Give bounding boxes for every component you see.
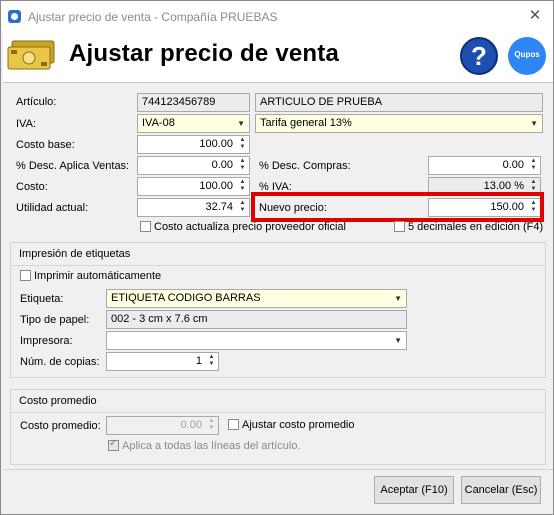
spin-buttons[interactable]: ▲ ▼ — [237, 200, 248, 215]
spin-down-icon: ▼ — [530, 165, 537, 171]
ajustar-costo-checkbox[interactable] — [228, 419, 239, 430]
chevron-down-icon: ▼ — [530, 119, 538, 128]
group-title: Costo promedio — [19, 395, 97, 407]
group-title: Impresión de etiquetas — [19, 248, 131, 260]
spin-up-icon: ▲ — [239, 158, 246, 164]
spin-up-icon: ▲ — [239, 179, 246, 185]
window-title: Ajustar precio de venta - Compañía PRUEB… — [28, 10, 278, 24]
desc-compras-label: % Desc. Compras: — [259, 160, 351, 172]
tarifa-select[interactable]: Tarifa general 13% ▼ — [255, 114, 543, 133]
ajustar-costo-label: Ajustar costo promedio — [242, 419, 355, 431]
spin-down-icon: ▼ — [208, 425, 215, 431]
copias-input[interactable]: 1 ▲ ▼ — [106, 352, 219, 371]
spin-buttons[interactable]: ▲ ▼ — [237, 158, 248, 173]
spin-buttons[interactable]: ▲ ▼ — [528, 158, 539, 173]
iva-label: IVA: — [16, 118, 36, 130]
articulo-label: Artículo: — [16, 96, 57, 108]
aplica-todas-label: Aplica a todas las líneas del artículo. — [122, 440, 301, 452]
spin-up-icon: ▲ — [239, 200, 246, 206]
spin-down-icon: ▼ — [239, 165, 246, 171]
desc-compras-input[interactable]: 0.00 ▲ ▼ — [428, 156, 541, 175]
spin-down-icon: ▼ — [239, 186, 246, 192]
help-icon[interactable]: ? — [460, 37, 498, 75]
accept-button[interactable]: Aceptar (F10) — [374, 476, 454, 504]
spin-buttons[interactable]: ▲ ▼ — [237, 179, 248, 194]
spin-down-icon: ▼ — [239, 207, 246, 213]
costo-actualiza-label: Costo actualiza precio proveedor oficial — [154, 221, 346, 233]
spin-up-icon: ▲ — [239, 137, 246, 143]
costo-promedio-input[interactable]: 0.00 ▲ ▼ — [106, 416, 219, 435]
chevron-down-icon: ▼ — [237, 119, 245, 128]
utilidad-label: Utilidad actual: — [16, 202, 89, 214]
spin-up-icon: ▲ — [208, 354, 215, 360]
impresora-select[interactable]: ▼ — [106, 331, 407, 350]
desc-ventas-label: % Desc. Aplica Ventas: — [16, 160, 130, 172]
iva-select[interactable]: IVA-08 ▼ — [137, 114, 250, 133]
costo-promedio-value: 0.00 — [180, 419, 202, 431]
qupos-logo: Qupos — [508, 37, 546, 75]
impresora-label: Impresora: — [20, 335, 73, 347]
help-symbol: ? — [471, 41, 487, 71]
spin-buttons[interactable]: ▲ ▼ — [237, 137, 248, 152]
divider — [11, 265, 545, 266]
spin-up-icon: ▲ — [530, 179, 537, 185]
spin-down-icon: ▼ — [208, 361, 215, 367]
tarifa-select-value: Tarifa general 13% — [260, 117, 352, 129]
costo-input[interactable]: 100.00 ▲ ▼ — [137, 177, 250, 196]
costo-value: 100.00 — [199, 180, 233, 192]
costo-base-label: Costo base: — [16, 139, 75, 151]
desc-ventas-input[interactable]: 0.00 ▲ ▼ — [137, 156, 250, 175]
chevron-down-icon: ▼ — [394, 336, 402, 345]
papel-label: Tipo de papel: — [20, 314, 90, 326]
dialog-window: Ajustar precio de venta - Compañía PRUEB… — [0, 0, 554, 515]
etiqueta-select-value: ETIQUETA CODIGO BARRAS — [111, 292, 261, 304]
imprimir-checkbox[interactable] — [20, 270, 31, 281]
cancel-button[interactable]: Cancelar (Esc) — [461, 476, 541, 504]
aplica-todas-checkbox[interactable] — [108, 438, 119, 451]
dialog-header: Ajustar precio de venta ? Qupos — [3, 31, 553, 83]
papel-field: 002 - 3 cm x 7.6 cm — [106, 310, 407, 329]
money-icon — [7, 40, 55, 70]
etiqueta-select[interactable]: ETIQUETA CODIGO BARRAS ▼ — [106, 289, 407, 308]
utilidad-value: 32.74 — [205, 201, 233, 213]
logo-text: Qupos — [514, 50, 540, 59]
spin-buttons[interactable]: ▲ ▼ — [206, 354, 217, 369]
costo-actualiza-checkbox[interactable] — [140, 221, 151, 232]
costo-base-value: 100.00 — [199, 138, 233, 150]
desc-ventas-value: 0.00 — [211, 159, 233, 171]
costo-label: Costo: — [16, 181, 48, 193]
spin-up-icon: ▲ — [208, 418, 215, 424]
spin-up-icon: ▲ — [530, 158, 537, 164]
cinco-decimales-checkbox[interactable] — [394, 221, 405, 232]
chevron-down-icon: ▼ — [394, 294, 402, 303]
articulo-code-field[interactable]: 744123456789 — [137, 93, 250, 112]
utilidad-input[interactable]: 32.74 ▲ ▼ — [137, 198, 250, 217]
spin-buttons[interactable]: ▲ ▼ — [206, 418, 217, 433]
title-bar: Ajustar precio de venta - Compañía PRUEB… — [1, 1, 553, 31]
page-title: Ajustar precio de venta — [69, 40, 340, 67]
copias-label: Núm. de copias: — [20, 356, 100, 368]
divider — [11, 412, 545, 413]
imprimir-label: Imprimir automáticamente — [34, 270, 162, 282]
etiqueta-label: Etiqueta: — [20, 293, 64, 305]
spin-down-icon: ▼ — [239, 144, 246, 150]
close-button[interactable]: ✕ — [525, 7, 545, 25]
app-icon — [8, 10, 21, 23]
costo-base-input[interactable]: 100.00 ▲ ▼ — [137, 135, 250, 154]
highlight-box — [251, 192, 544, 222]
pct-iva-value: 13.00 % — [483, 180, 524, 192]
desc-compras-value: 0.00 — [502, 159, 524, 171]
iva-select-value: IVA-08 — [142, 117, 175, 129]
costo-promedio-label: Costo promedio: — [20, 420, 101, 432]
cinco-decimales-label: 5 decimales en edición (F4) — [408, 221, 544, 233]
footer-divider — [3, 469, 553, 470]
copias-value: 1 — [195, 355, 202, 367]
articulo-name-field[interactable]: ARTICULO DE PRUEBA — [255, 93, 543, 112]
